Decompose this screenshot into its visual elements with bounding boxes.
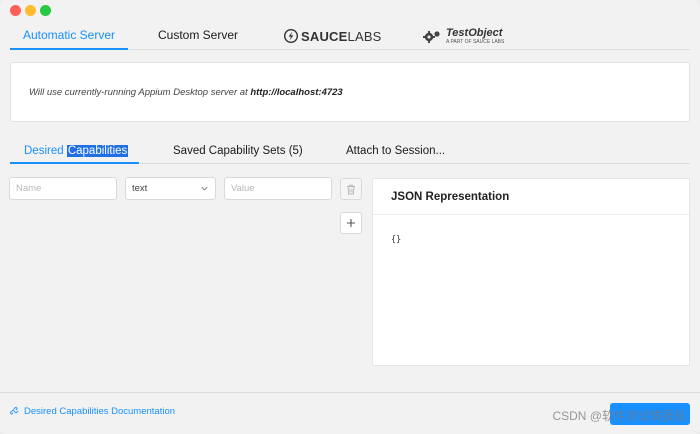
trash-icon xyxy=(347,184,355,194)
appium-window: Automatic Server Custom Server SAUCELABS xyxy=(0,0,700,434)
capability-value-input[interactable] xyxy=(224,177,332,200)
close-window-button[interactable] xyxy=(10,4,21,16)
minimize-window-button[interactable] xyxy=(25,4,36,16)
capability-name-input[interactable] xyxy=(9,177,117,200)
gear-icon xyxy=(423,31,440,43)
watermark: CSDN @软件测试情报局 xyxy=(552,409,686,423)
capability-tabs: Desired Capabilities Saved Capability Se… xyxy=(10,140,690,164)
server-tabs: Automatic Server Custom Server SAUCELABS xyxy=(10,22,690,50)
link-icon xyxy=(10,407,19,415)
server-url: http://localhost:4723 xyxy=(250,87,343,98)
title-bar xyxy=(0,0,700,20)
sauce-labs-logo-icon xyxy=(284,29,298,43)
capability-type-value: text xyxy=(132,183,148,194)
tab-sauce-labs[interactable]: SAUCELABS xyxy=(284,26,382,46)
doc-link-label: Desired Capabilities Documentation xyxy=(24,406,176,417)
sauce-logo-thin: LABS xyxy=(347,28,382,44)
tab-automatic-server[interactable]: Automatic Server xyxy=(10,22,128,50)
delete-capability-button[interactable] xyxy=(340,178,362,200)
chevron-down-icon xyxy=(201,186,208,191)
plus-icon xyxy=(347,219,355,227)
tab-desired-label-selected: Capabilities xyxy=(66,145,129,157)
tab-attach-to-session[interactable]: Attach to Session... xyxy=(346,140,445,164)
tab-testobject[interactable]: TestObject A PART OF SAUCE LABS xyxy=(422,24,504,48)
add-capability-button[interactable] xyxy=(340,212,362,234)
capability-type-select[interactable]: text xyxy=(125,177,216,200)
json-representation-panel: JSON Representation {} xyxy=(372,178,690,366)
tab-desired-capabilities[interactable]: Desired Capabilities xyxy=(10,140,139,164)
sauce-logo-bold: SAUCE xyxy=(301,28,348,44)
json-panel-title: JSON Representation xyxy=(373,179,689,215)
server-message: Will use currently-running Appium Deskto… xyxy=(29,87,343,98)
desired-capabilities-doc-link[interactable]: Desired Capabilities Documentation xyxy=(10,406,175,417)
server-message-text: Will use currently-running Appium Deskto… xyxy=(29,87,251,98)
tab-desired-label-1: Desired xyxy=(24,145,67,157)
server-info-panel: Will use currently-running Appium Deskto… xyxy=(10,62,690,122)
maximize-window-button[interactable] xyxy=(40,4,51,16)
footer-bar: Desired Capabilities Documentation CSDN … xyxy=(0,392,700,434)
testobject-logo-subtext: A PART OF SAUCE LABS xyxy=(446,38,505,45)
tab-custom-server[interactable]: Custom Server xyxy=(148,22,248,50)
json-content: {} xyxy=(391,235,402,245)
testobject-logo-text: TestObject xyxy=(446,26,503,39)
tab-saved-capability-sets[interactable]: Saved Capability Sets (5) xyxy=(173,140,303,164)
